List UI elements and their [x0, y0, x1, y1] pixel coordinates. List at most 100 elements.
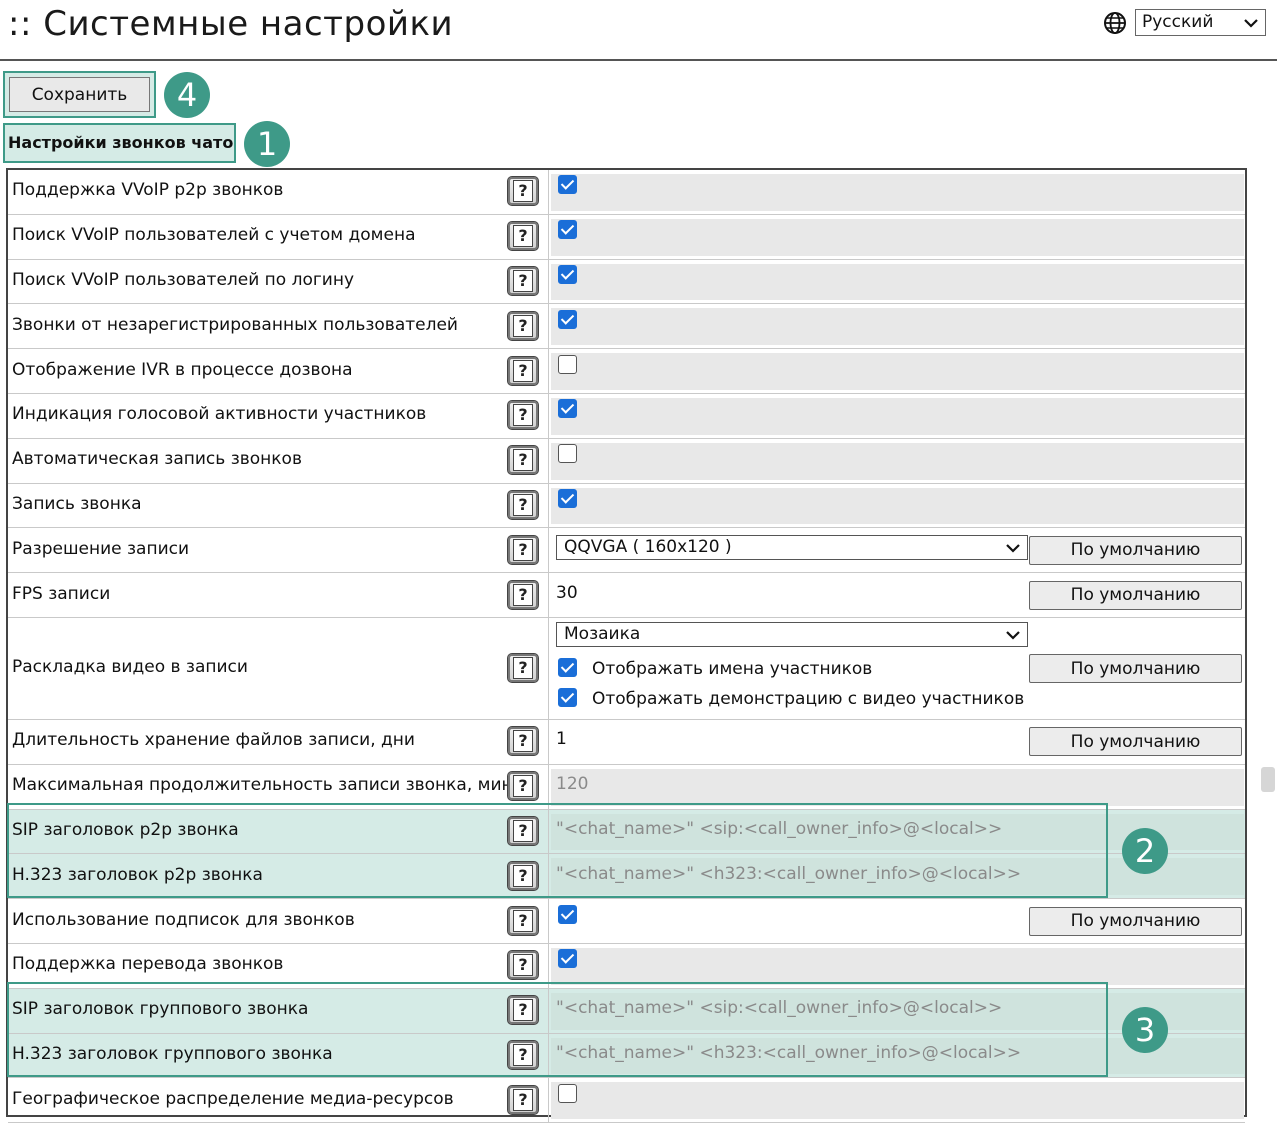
help-button[interactable]: ? [507, 400, 539, 431]
question-icon: ? [513, 493, 533, 516]
help-button[interactable]: ? [507, 445, 539, 476]
checkbox-unchecked[interactable] [558, 1083, 577, 1103]
help-button[interactable]: ? [507, 771, 539, 802]
help-button[interactable]: ? [507, 221, 539, 252]
value-input[interactable]: 30 [556, 583, 578, 603]
question-icon: ? [513, 359, 533, 382]
question-icon: ? [513, 775, 533, 798]
help-button[interactable]: ? [507, 860, 539, 891]
help-button[interactable]: ? [507, 1039, 539, 1070]
setting-label: Разрешение записи [12, 538, 190, 559]
column-divider [548, 1033, 549, 1078]
column-divider [548, 438, 549, 483]
setting-row: Поиск VVoIP пользователей с учетом домен… [8, 214, 1245, 260]
setting-label: Автоматическая запись звонков [12, 449, 302, 470]
question-icon: ? [513, 269, 533, 292]
globe-icon [1104, 12, 1126, 34]
help-button[interactable]: ? [507, 176, 539, 207]
checkbox-checked[interactable] [558, 264, 577, 284]
column-divider [548, 528, 549, 573]
layout-option-label: Отображать демонстрацию с видео участник… [592, 689, 1025, 709]
chevron-down-icon [1006, 631, 1020, 640]
setting-label: Звонки от незарегистрированных пользоват… [12, 314, 458, 335]
question-icon: ? [513, 864, 533, 887]
checkbox-checked[interactable] [558, 688, 577, 707]
header-template-input[interactable]: "<chat_name>" <sip:<call_owner_info>@<lo… [556, 819, 1002, 839]
checkbox-checked[interactable] [558, 175, 577, 195]
setting-row: Поддержка VVoIP p2p звонков? [8, 170, 1245, 215]
checkbox-unchecked[interactable] [558, 354, 577, 374]
help-button[interactable]: ? [507, 905, 539, 936]
help-button[interactable]: ? [507, 1084, 539, 1115]
header-template-input[interactable]: "<chat_name>" <sip:<call_owner_info>@<lo… [556, 998, 1002, 1018]
column-divider [548, 618, 549, 719]
language-select[interactable]: Русский [1135, 9, 1266, 36]
setting-label: H.323 заголовок группового звонка [12, 1043, 333, 1064]
setting-label: Поддержка VVoIP p2p звонков [12, 180, 284, 201]
setting-row: SIP заголовок p2p звонка? "<chat_name>" <… [8, 809, 1245, 855]
help-button[interactable]: ? [507, 653, 539, 683]
checkbox-checked[interactable] [558, 949, 577, 969]
default-button[interactable]: По умолчанию [1029, 580, 1242, 610]
header-template-input[interactable]: "<chat_name>" <h323:<call_owner_info>@<l… [556, 864, 1021, 884]
setting-label: Максимальная продолжительность записи зв… [12, 775, 513, 796]
setting-label: Индикация голосовой активности участнико… [12, 404, 427, 425]
select-value: Мозаика [564, 624, 641, 644]
question-icon: ? [513, 314, 533, 337]
default-button[interactable]: По умолчанию [1029, 535, 1242, 565]
page-header: :: Системные настройки Русский [0, 0, 1277, 61]
header-template-input[interactable]: "<chat_name>" <h323:<call_owner_info>@<l… [556, 1043, 1021, 1063]
select-value: QQVGA ( 160x120 ) [564, 536, 732, 557]
default-button[interactable]: По умолчанию [1029, 906, 1242, 936]
readonly-value: 120 [556, 774, 589, 795]
checkbox-checked[interactable] [558, 220, 577, 240]
column-divider [548, 304, 549, 349]
help-button[interactable]: ? [507, 265, 539, 296]
default-button[interactable]: По умолчанию [1029, 727, 1242, 757]
checkbox-checked[interactable] [558, 488, 577, 508]
question-icon: ? [513, 954, 533, 977]
setting-row: Максимальная продолжительность записи зв… [8, 764, 1245, 810]
checkbox-checked[interactable] [558, 658, 577, 677]
question-icon: ? [513, 538, 533, 561]
setting-row: Отображение IVR в процессе дозвона? [8, 349, 1245, 394]
help-button[interactable]: ? [507, 726, 539, 757]
column-divider [548, 809, 549, 854]
setting-row: FPS записи? 30 По умолчанию [8, 573, 1245, 618]
save-button[interactable]: Сохранить [9, 77, 150, 112]
checkbox-unchecked[interactable] [558, 444, 577, 464]
column-divider [548, 573, 549, 617]
setting-label: Запись звонка [12, 493, 142, 514]
setting-row: Географическое распределение медиа-ресур… [8, 1078, 1245, 1124]
checkbox-checked[interactable] [558, 904, 577, 924]
default-button[interactable]: По умолчанию [1029, 654, 1242, 683]
setting-label: Географическое распределение медиа-ресур… [12, 1088, 454, 1109]
checkbox-checked[interactable] [558, 309, 577, 329]
question-icon: ? [513, 1043, 533, 1066]
checkbox-checked[interactable] [558, 399, 577, 419]
resolution-select[interactable]: QQVGA ( 160x120 ) [556, 534, 1028, 560]
save-button-highlight: Сохранить [3, 71, 156, 118]
value-field-background [551, 1082, 1244, 1120]
setting-row: H.323 заголовок группового звонка? "<chat… [8, 1033, 1245, 1079]
setting-row: Звонки от незарегистрированных пользоват… [8, 304, 1245, 350]
help-button[interactable]: ? [507, 534, 539, 565]
callout-badge-2: 2 [1122, 828, 1168, 874]
value-input[interactable]: 1 [556, 729, 567, 749]
help-button[interactable]: ? [507, 489, 539, 520]
setting-label: FPS записи [12, 583, 111, 604]
scrollbar-thumb[interactable] [1261, 767, 1275, 792]
chevron-down-icon [1244, 19, 1258, 28]
help-button[interactable]: ? [507, 950, 539, 981]
layout-select[interactable]: Мозаика [556, 622, 1028, 647]
value-field-background [551, 218, 1244, 256]
help-button[interactable]: ? [507, 815, 539, 846]
help-button[interactable]: ? [507, 995, 539, 1026]
help-button[interactable]: ? [507, 310, 539, 341]
value-field-background [551, 487, 1244, 525]
value-field-background [551, 398, 1244, 435]
callout-badge-3: 3 [1122, 1007, 1168, 1053]
help-button[interactable]: ? [507, 579, 539, 610]
help-button[interactable]: ? [507, 355, 539, 386]
column-divider [548, 394, 549, 438]
